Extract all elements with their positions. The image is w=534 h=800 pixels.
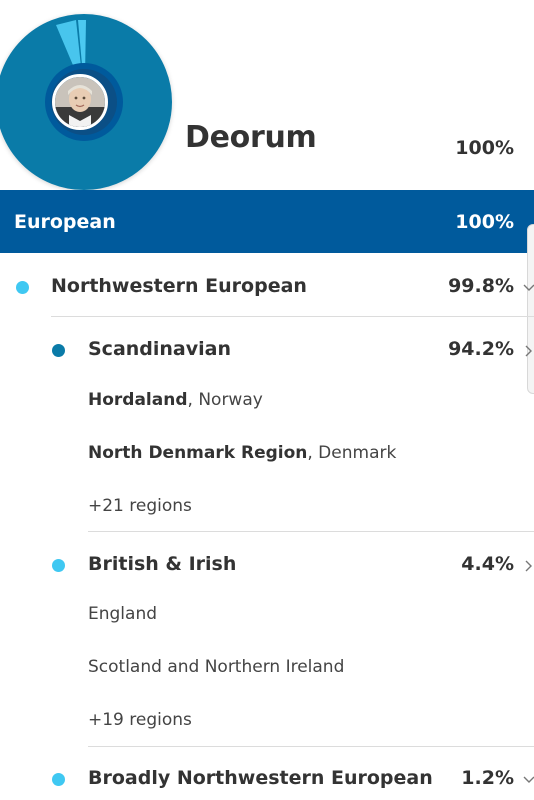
region-item-england[interactable]: England: [88, 604, 157, 624]
chevron-down-icon[interactable]: [523, 774, 534, 786]
group-northwestern-european[interactable]: Northwestern European 99.8%: [0, 253, 534, 317]
subgroup-scandinavian[interactable]: Scandinavian 94.2% Hordaland, Norway Nor…: [0, 317, 534, 531]
region-item-secondary: Scotland and Northern Ireland: [88, 657, 345, 677]
dot-icon: [52, 344, 65, 357]
dot-icon: [16, 281, 29, 294]
region-item-secondary: England: [88, 604, 158, 624]
avatar[interactable]: [52, 74, 108, 130]
ethnicity-donut-chart[interactable]: [0, 14, 172, 190]
group-label: Northwestern European: [51, 275, 307, 297]
subgroup-broadly-northwestern-european[interactable]: Broadly Northwestern European 1.2%: [0, 747, 534, 800]
subgroup-percent: 94.2%: [448, 338, 514, 360]
more-regions-label: +21 regions: [88, 496, 192, 516]
more-regions-link[interactable]: +21 regions: [88, 496, 192, 516]
profile-total-percent: 100%: [455, 137, 514, 159]
subgroup-label: Scandinavian: [88, 338, 232, 360]
profile-photo-icon: [55, 77, 105, 127]
more-regions-label: +19 regions: [88, 710, 192, 730]
region-item-secondary: , Denmark: [307, 443, 397, 463]
subgroup-percent: 4.4%: [461, 553, 514, 575]
subgroup-label: Broadly Northwestern European: [88, 767, 433, 789]
subgroup-british-irish[interactable]: British & Irish 4.4% England Scotland an…: [0, 532, 534, 746]
ethnicity-header: Deorum 100%: [0, 0, 534, 190]
profile-name: Deorum: [185, 120, 317, 155]
dot-icon: [52, 773, 65, 786]
region-item-hordaland[interactable]: Hordaland, Norway: [88, 390, 263, 410]
chevron-right-icon[interactable]: [523, 560, 534, 572]
region-item-primary: Hordaland: [88, 390, 188, 410]
chevron-right-icon[interactable]: [523, 345, 534, 357]
region-header-european[interactable]: European 100%: [0, 190, 534, 253]
region-item-scotland-northern-ireland[interactable]: Scotland and Northern Ireland: [88, 657, 344, 677]
subgroup-percent: 1.2%: [461, 767, 514, 789]
region-percent: 100%: [455, 211, 514, 233]
dot-icon: [52, 559, 65, 572]
chevron-down-icon[interactable]: [523, 282, 534, 294]
region-label: European: [14, 211, 116, 233]
subgroup-label: British & Irish: [88, 553, 237, 575]
more-regions-link[interactable]: +19 regions: [88, 710, 192, 730]
region-item-primary: North Denmark Region: [88, 443, 308, 463]
region-item-secondary: , Norway: [187, 390, 263, 410]
region-item-north-denmark[interactable]: North Denmark Region, Denmark: [88, 443, 396, 463]
group-percent: 99.8%: [448, 275, 514, 297]
